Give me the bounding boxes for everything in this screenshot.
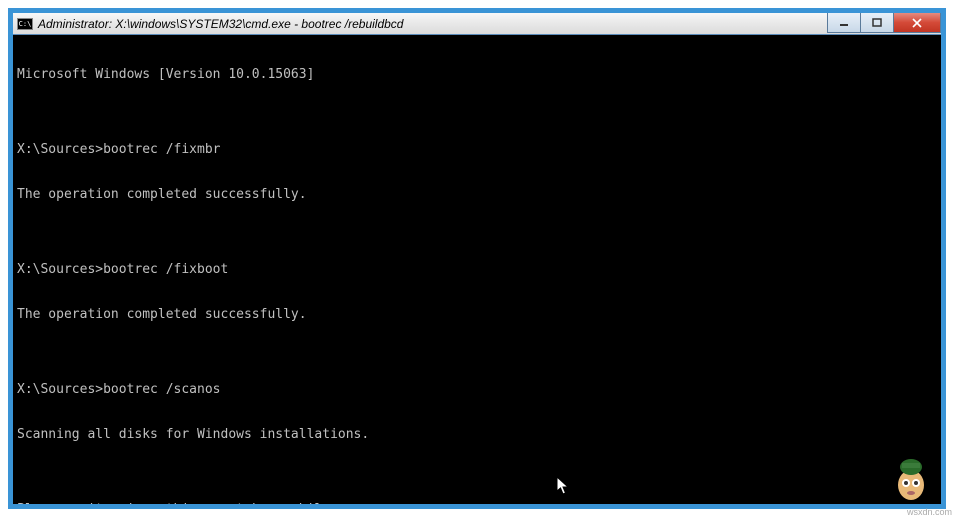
terminal-line: The operation completed successfully. — [17, 307, 937, 322]
terminal-line: X:\Sources>bootrec /scanos — [17, 382, 937, 397]
minimize-button[interactable] — [827, 13, 861, 33]
title-left: C:\ Administrator: X:\windows\SYSTEM32\c… — [17, 17, 403, 31]
close-icon — [911, 18, 923, 28]
close-button[interactable] — [893, 13, 941, 33]
terminal-line: Scanning all disks for Windows installat… — [17, 427, 937, 442]
window-title: Administrator: X:\windows\SYSTEM32\cmd.e… — [38, 17, 403, 31]
terminal-line: The operation completed successfully. — [17, 187, 937, 202]
mascot-icon — [892, 455, 930, 503]
cmd-window: C:\ Administrator: X:\windows\SYSTEM32\c… — [13, 13, 941, 504]
cmd-icon: C:\ — [17, 18, 33, 30]
terminal-line: X:\Sources>bootrec /fixboot — [17, 262, 937, 277]
minimize-icon — [839, 18, 849, 28]
title-bar[interactable]: C:\ Administrator: X:\windows\SYSTEM32\c… — [13, 13, 941, 35]
maximize-button[interactable] — [860, 13, 894, 33]
window-controls — [828, 13, 941, 34]
watermark: wsxdn.com — [907, 507, 952, 517]
terminal-line: X:\Sources>bootrec /fixmbr — [17, 142, 937, 157]
terminal-line: Please wait, since this may take a while… — [17, 502, 937, 504]
window-frame: C:\ Administrator: X:\windows\SYSTEM32\c… — [8, 8, 946, 509]
terminal-line: Microsoft Windows [Version 10.0.15063] — [17, 67, 937, 82]
maximize-icon — [872, 18, 882, 28]
terminal-output[interactable]: Microsoft Windows [Version 10.0.15063] X… — [13, 35, 941, 504]
